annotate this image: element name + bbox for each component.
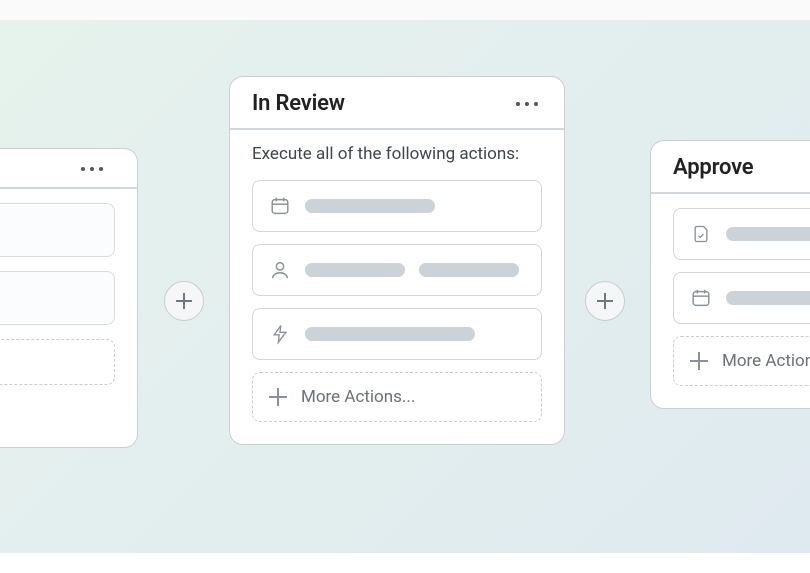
action-row-document[interactable]: [673, 208, 810, 260]
more-actions-button[interactable]: More Actions...: [252, 372, 542, 422]
plus-icon: [269, 388, 287, 406]
card-menu-icon[interactable]: [77, 163, 107, 175]
plus-icon: [597, 293, 613, 309]
actions-label: Execute all of the following actions:: [252, 144, 542, 164]
top-bar: [0, 0, 810, 20]
action-row-person[interactable]: [252, 244, 542, 296]
workflow-canvas[interactable]: In Review Execute all of the following a…: [0, 20, 810, 553]
more-actions-label: More Actions...: [301, 387, 415, 407]
lightning-icon: [269, 323, 291, 345]
add-stage-button[interactable]: [164, 281, 204, 321]
action-placeholder: [305, 263, 405, 277]
action-row[interactable]: [0, 271, 115, 325]
action-placeholder: [726, 291, 810, 305]
action-row-date[interactable]: [673, 272, 810, 324]
action-placeholder: [419, 263, 519, 277]
more-actions-button[interactable]: [0, 339, 115, 385]
calendar-icon: [269, 195, 291, 217]
stage-card-in-review: In Review Execute all of the following a…: [229, 76, 565, 445]
stage-card-approve: Approve: [650, 140, 810, 409]
action-row-automation[interactable]: [252, 308, 542, 360]
card-menu-icon[interactable]: [512, 98, 542, 110]
stage-title: In Review: [252, 91, 345, 116]
add-stage-button[interactable]: [585, 281, 625, 321]
action-row[interactable]: [0, 203, 115, 257]
stage-card-previous: [0, 148, 138, 448]
action-placeholder: [726, 227, 810, 241]
action-placeholder: [305, 327, 475, 341]
bottom-bar: [0, 553, 810, 573]
calendar-icon: [690, 287, 712, 309]
plus-icon: [690, 352, 708, 370]
person-icon: [269, 259, 291, 281]
action-row-date[interactable]: [252, 180, 542, 232]
document-check-icon: [690, 223, 712, 245]
plus-icon: [176, 293, 192, 309]
more-actions-label: More Action: [722, 351, 810, 371]
action-placeholder: [305, 199, 435, 213]
stage-title: Approve: [673, 155, 753, 180]
more-actions-button[interactable]: More Action: [673, 336, 810, 386]
